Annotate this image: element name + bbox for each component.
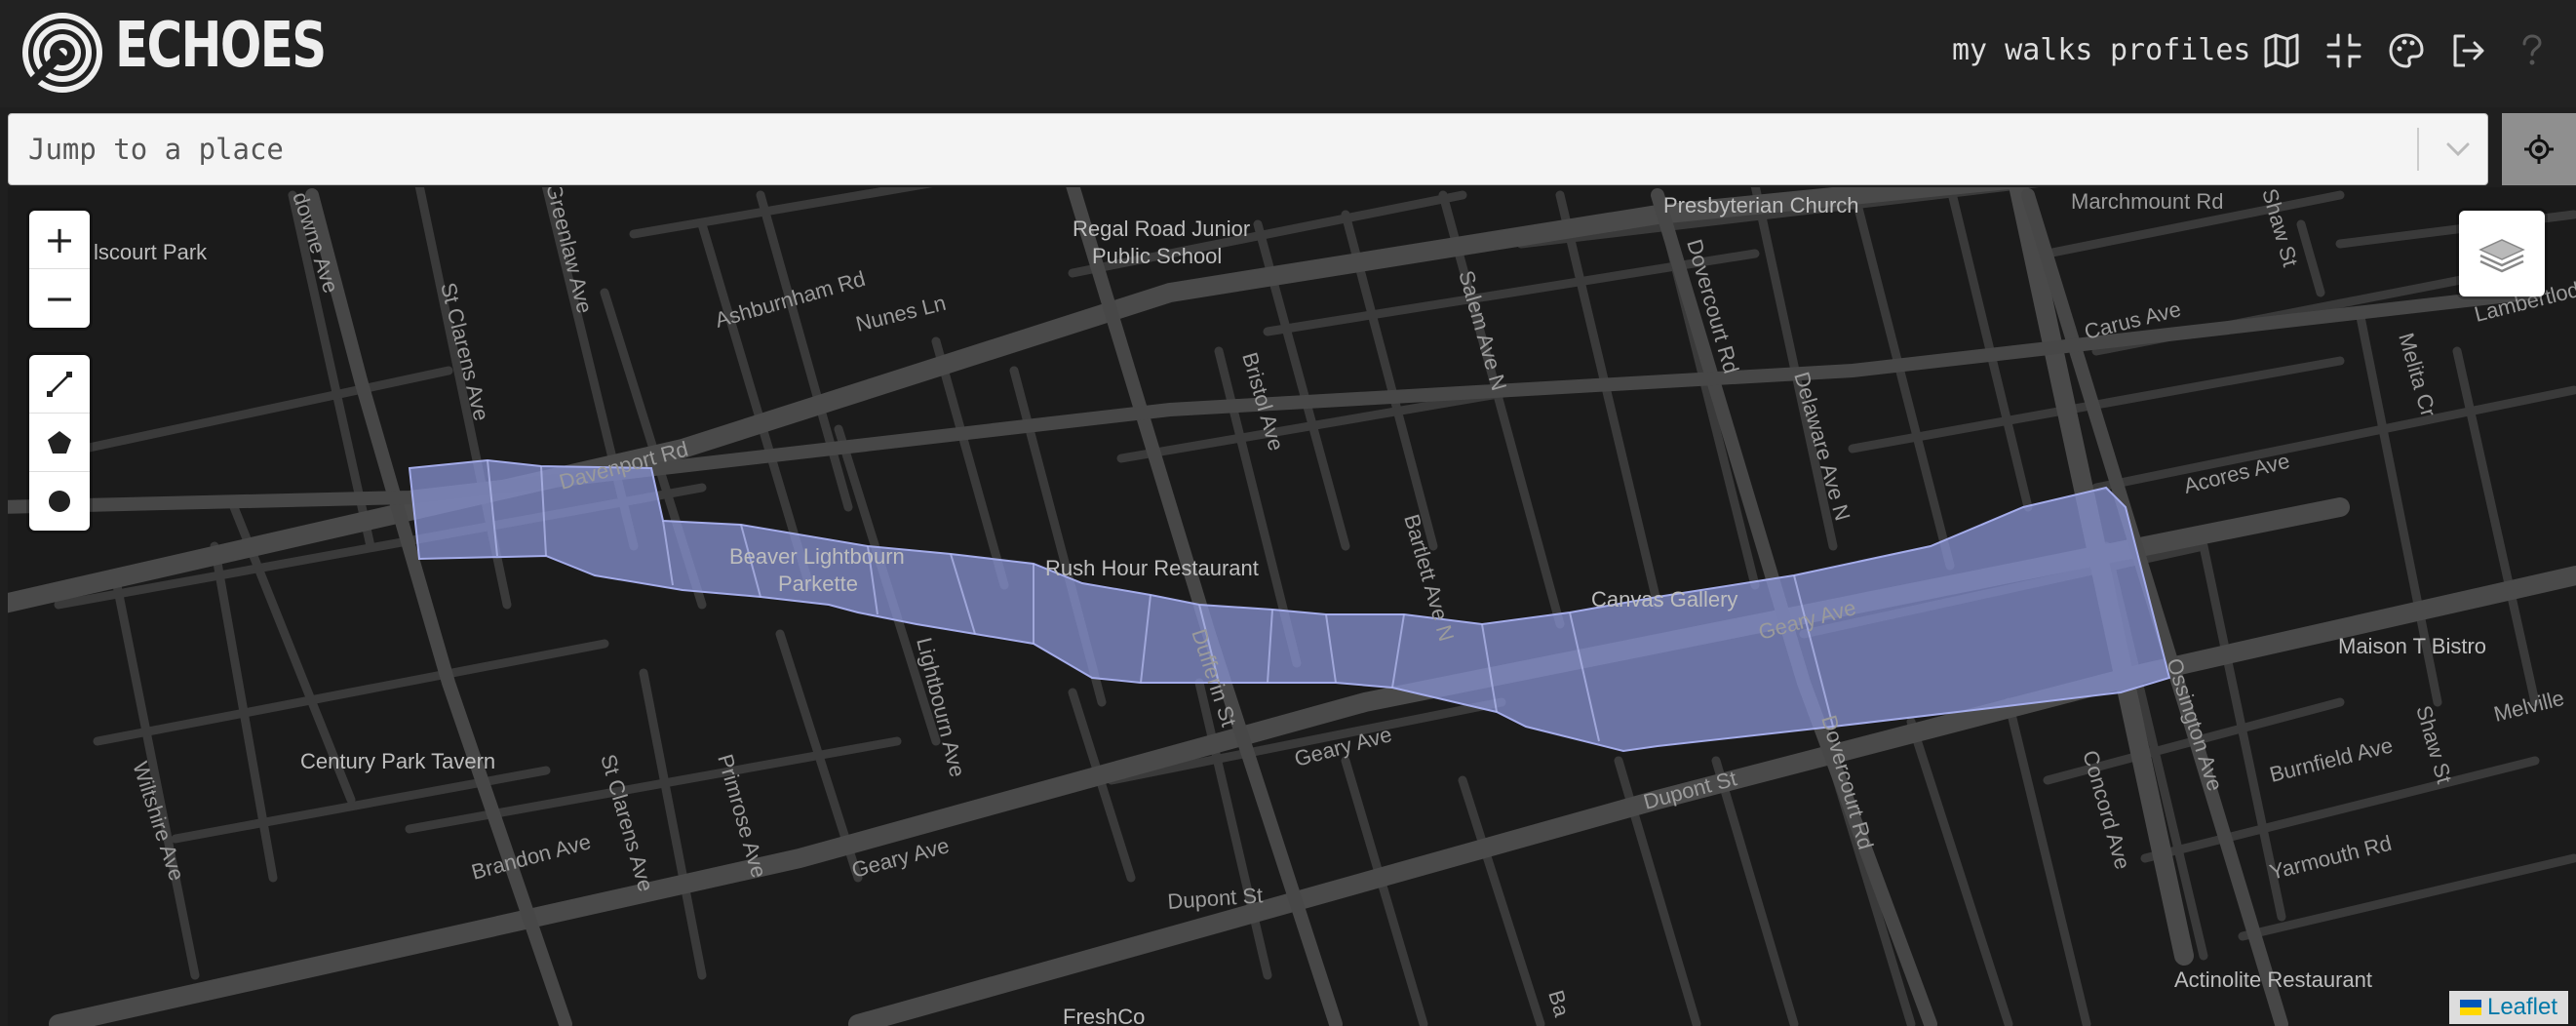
svg-text:FreshCo: FreshCo	[1063, 1005, 1145, 1026]
search-divider	[2417, 128, 2419, 171]
chevron-down-icon[interactable]	[2440, 132, 2476, 167]
svg-text:Century Park Tavern: Century Park Tavern	[300, 749, 495, 773]
draw-polyline-button[interactable]	[29, 355, 90, 414]
svg-text:Melita Cr: Melita Cr	[2394, 330, 2440, 418]
svg-text:Public School: Public School	[1092, 244, 1222, 268]
crosshair-icon	[2524, 135, 2554, 164]
svg-text:St Clarens Ave: St Clarens Ave	[596, 751, 658, 893]
svg-text:Beaver Lightbourn: Beaver Lightbourn	[729, 544, 905, 569]
polygon-icon	[48, 430, 71, 454]
app-header: ECHOES my walks profiles	[0, 0, 2576, 107]
svg-text:Ashburnham Rd: Ashburnham Rd	[712, 266, 868, 333]
map-tiles: lscourt Park Regal Road Junior Public Sc…	[8, 187, 2576, 1026]
echoes-logo-icon	[22, 13, 102, 93]
ukraine-flag-icon	[2459, 1000, 2481, 1015]
circle-icon	[49, 491, 70, 512]
svg-text:Presbyterian Church: Presbyterian Church	[1663, 193, 1859, 217]
zoom-out-button[interactable]: −	[29, 269, 90, 328]
layers-button[interactable]	[2459, 211, 2545, 296]
svg-text:Burnfield Ave: Burnfield Ave	[2267, 732, 2395, 787]
svg-text:Brandon Ave: Brandon Ave	[469, 829, 594, 885]
map-canvas[interactable]: lscourt Park Regal Road Junior Public Sc…	[8, 187, 2576, 1026]
svg-text:Shaw St: Shaw St	[2411, 702, 2457, 786]
svg-text:Primrose Ave: Primrose Ave	[713, 751, 771, 880]
nav-profiles-link[interactable]: profiles	[2110, 33, 2251, 67]
svg-text:Dovercourt Rd: Dovercourt Rd	[1816, 712, 1878, 851]
svg-text:Concord Ave: Concord Ave	[2078, 747, 2135, 872]
svg-text:Ba: Ba	[1543, 987, 1575, 1019]
draw-toolbar	[29, 355, 90, 531]
svg-text:Maison T Bistro: Maison T Bistro	[2338, 634, 2486, 658]
brand-title[interactable]: ECHOES	[115, 10, 327, 82]
svg-text:Salem Ave N: Salem Ave N	[1454, 267, 1511, 393]
layers-icon	[2478, 239, 2525, 273]
zoom-in-button[interactable]: +	[29, 211, 90, 269]
nav-my-walks-link[interactable]: my walks	[1952, 33, 2093, 67]
map-attribution: Leaflet	[2449, 991, 2568, 1024]
svg-text:Regal Road Junior: Regal Road Junior	[1073, 217, 1250, 241]
svg-text:Dupont St: Dupont St	[1641, 766, 1739, 813]
shrink-icon[interactable]	[2324, 31, 2363, 70]
leaflet-link[interactable]: Leaflet	[2487, 994, 2557, 1021]
place-search-input[interactable]	[28, 114, 2398, 184]
locate-me-button[interactable]	[2502, 113, 2576, 185]
help-icon[interactable]	[2512, 31, 2551, 70]
svg-text:Nunes Ln: Nunes Ln	[853, 291, 948, 336]
draw-polygon-button[interactable]	[29, 414, 90, 472]
logout-icon[interactable]	[2449, 31, 2488, 70]
svg-text:Greenlaw Ave: Greenlaw Ave	[541, 187, 597, 316]
svg-text:Yarmouth Rd: Yarmouth Rd	[2267, 831, 2394, 885]
zoom-control: + −	[29, 211, 90, 328]
svg-text:St Clarens Ave: St Clarens Ave	[436, 280, 493, 423]
place-search-bar	[8, 113, 2488, 185]
svg-text:Canvas Gallery: Canvas Gallery	[1591, 587, 1737, 612]
draw-circle-button[interactable]	[29, 472, 90, 531]
svg-text:Lightbourn Ave: Lightbourn Ave	[912, 635, 970, 779]
svg-text:Actinolite Restaurant: Actinolite Restaurant	[2174, 967, 2372, 992]
polyline-icon	[47, 371, 72, 397]
svg-text:lscourt Park: lscourt Park	[94, 240, 208, 264]
svg-text:Rush Hour Restaurant: Rush Hour Restaurant	[1045, 556, 1259, 580]
svg-text:Marchmount Rd: Marchmount Rd	[2071, 189, 2224, 214]
svg-text:Ossington Ave: Ossington Ave	[2162, 655, 2227, 794]
map-icon[interactable]	[2262, 31, 2301, 70]
svg-text:downe Ave: downe Ave	[288, 189, 343, 296]
svg-text:Parkette: Parkette	[778, 572, 858, 596]
palette-icon[interactable]	[2387, 31, 2426, 70]
